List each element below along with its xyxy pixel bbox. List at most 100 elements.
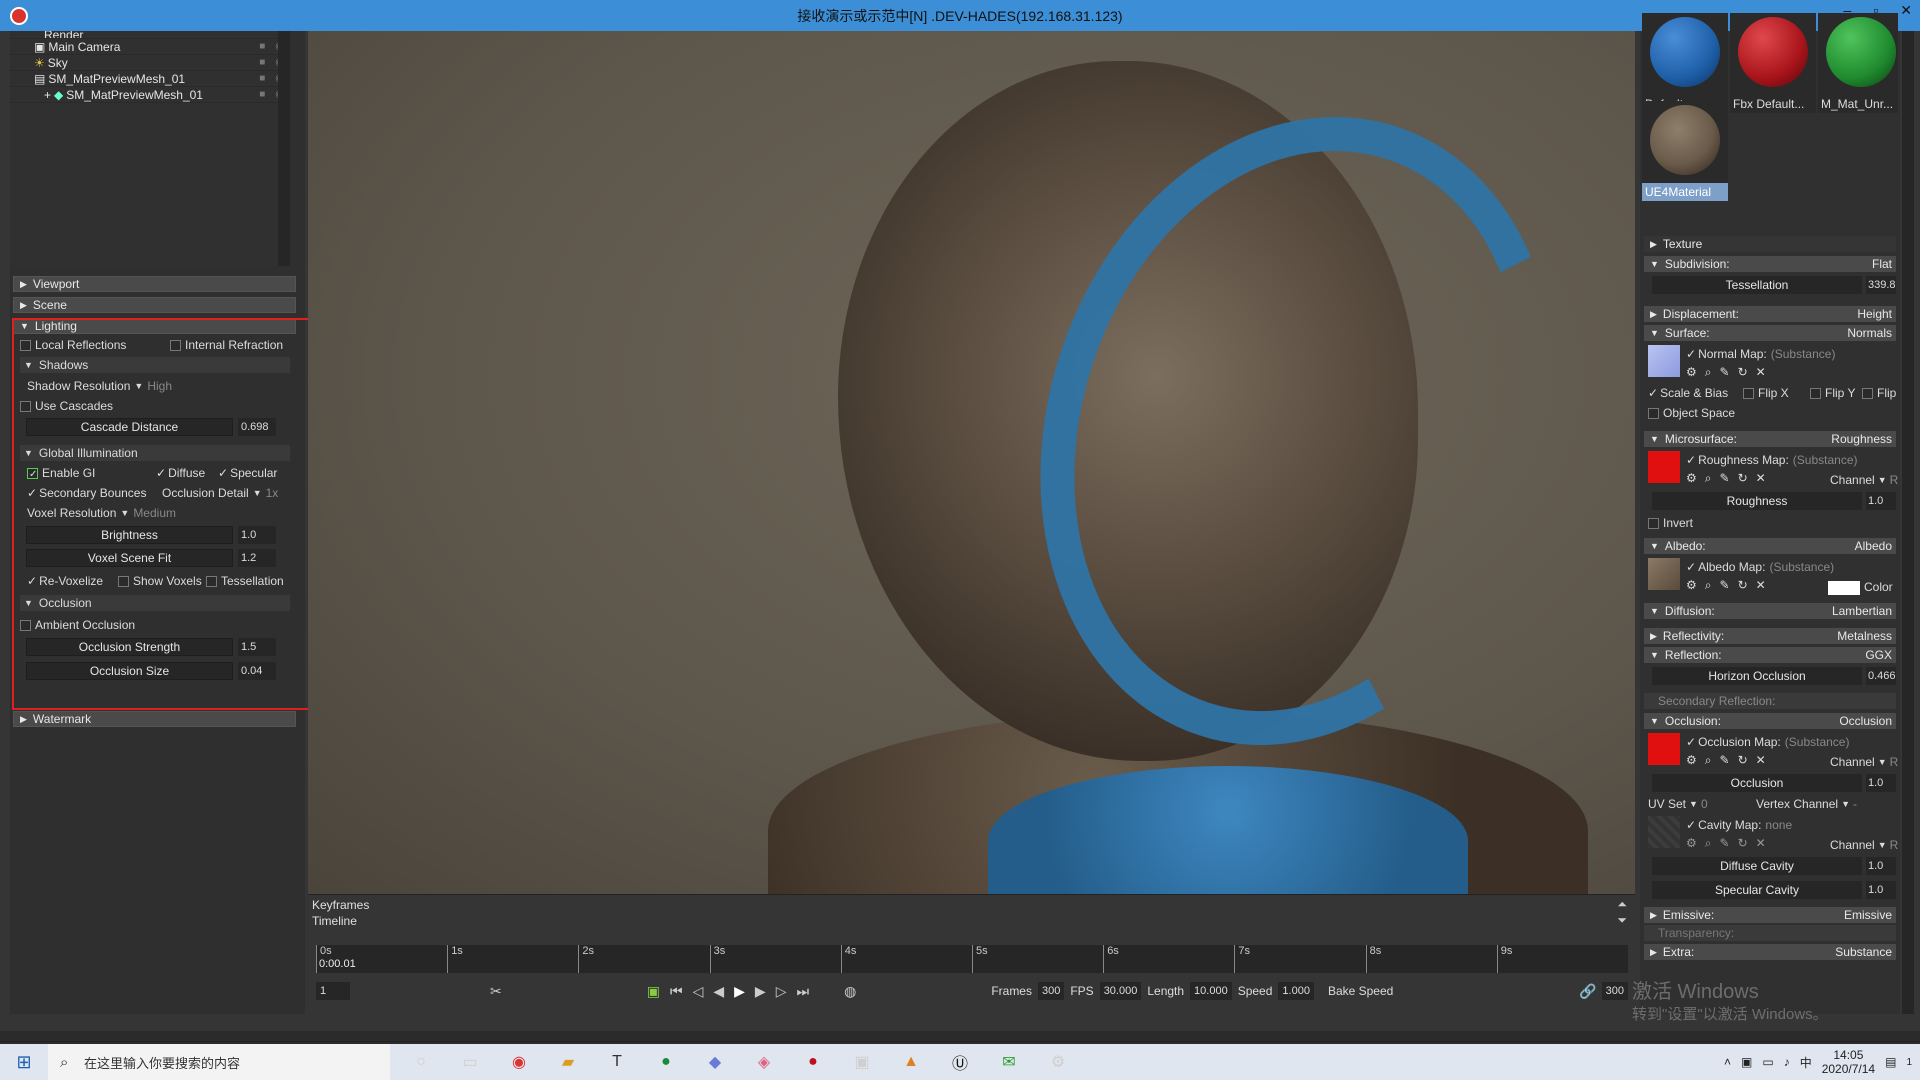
- material-swatch[interactable]: M_Mat_Unr...: [1818, 13, 1898, 113]
- brightness-value[interactable]: 1.0: [238, 526, 276, 544]
- checkmark-icon[interactable]: ✓: [1686, 560, 1696, 574]
- 3d-viewport[interactable]: [308, 31, 1635, 894]
- section-mode[interactable]: Occlusion: [1839, 714, 1892, 728]
- close-icon[interactable]: ✕: [1756, 836, 1766, 851]
- channel-dropdown[interactable]: Channel ▼ R: [1830, 753, 1898, 771]
- scissors-icon[interactable]: ✂: [490, 983, 502, 1000]
- tree-item-sky[interactable]: ☀ Sky ■◉: [10, 55, 290, 71]
- material-swatch[interactable]: Fbx Default...: [1730, 13, 1816, 113]
- albedo-map-thumbnail[interactable]: [1648, 558, 1680, 590]
- link-icon[interactable]: 🔗: [1579, 983, 1596, 1000]
- occlusion-size-slider[interactable]: Occlusion Size: [26, 662, 233, 680]
- checkbox[interactable]: [118, 575, 129, 587]
- cortana-icon[interactable]: ○: [403, 1044, 439, 1080]
- re-voxelize-toggle[interactable]: ✓ Re-Voxelize: [27, 572, 103, 590]
- end-frame-field[interactable]: 300: [1601, 982, 1628, 1000]
- length-field[interactable]: 10.000: [1190, 982, 1232, 1000]
- record-icon[interactable]: ◍: [844, 983, 856, 1000]
- section-mode[interactable]: Height: [1857, 307, 1892, 321]
- pencil-icon[interactable]: ✎: [1720, 753, 1730, 768]
- section-microsurface[interactable]: ▼ Microsurface: Roughness: [1644, 431, 1896, 447]
- diffuse-cavity-slider[interactable]: Diffuse Cavity: [1652, 857, 1862, 875]
- use-cascades-toggle[interactable]: Use Cascades: [20, 397, 113, 415]
- timeline-ruler[interactable]: 0:00.01 0s 1s 2s 3s 4s 5s 6s 7s 8s 9s: [316, 945, 1628, 973]
- shadow-resolution-dropdown[interactable]: Shadow Resolution ▼ High: [27, 377, 172, 395]
- section-watermark[interactable]: ▶ Watermark: [13, 711, 296, 727]
- vertex-channel-dropdown[interactable]: Vertex Channel ▼ -: [1756, 795, 1857, 813]
- file-explorer-icon[interactable]: ▰: [550, 1044, 586, 1080]
- close-icon[interactable]: ✕: [1756, 753, 1766, 768]
- occlusion-map-thumbnail[interactable]: [1648, 733, 1680, 765]
- scale-bias-toggle[interactable]: ✓ Scale & Bias: [1648, 384, 1728, 402]
- close-icon[interactable]: ✕: [1756, 578, 1766, 593]
- gear-icon[interactable]: ⚙: [1686, 365, 1697, 380]
- voxel-scene-fit-slider[interactable]: Voxel Scene Fit: [26, 549, 233, 567]
- step-forward-icon[interactable]: ▶: [755, 983, 766, 1000]
- diffuse-toggle[interactable]: ✓ Diffuse: [156, 464, 205, 482]
- tray-app-icon[interactable]: ▣: [1741, 1055, 1752, 1069]
- search-icon[interactable]: ⌕: [1705, 578, 1712, 593]
- tree-item-mesh-child[interactable]: + ◆ SM_MatPreviewMesh_01 ■◉: [10, 87, 290, 103]
- occlusion-detail-dropdown[interactable]: Occlusion Detail ▼ 1x: [162, 484, 278, 502]
- object-space-toggle[interactable]: Object Space: [1648, 404, 1735, 422]
- section-transparency[interactable]: Transparency:: [1644, 925, 1896, 941]
- section-secondary-reflection[interactable]: Secondary Reflection:: [1644, 693, 1896, 709]
- search-icon[interactable]: ⌕: [1705, 365, 1712, 380]
- occlusion-strength-slider[interactable]: Occlusion Strength: [26, 638, 233, 656]
- pencil-icon[interactable]: ✎: [1720, 365, 1730, 380]
- brightness-slider[interactable]: Brightness: [26, 526, 233, 544]
- albedo-map-slot[interactable]: ✓ Albedo Map: (Substance): [1686, 558, 1834, 576]
- checkbox[interactable]: [27, 467, 38, 479]
- wechat-icon[interactable]: ✉: [991, 1044, 1027, 1080]
- system-clock[interactable]: 14:05 2020/7/14: [1822, 1048, 1875, 1076]
- tessellation-toggle[interactable]: Tessellation: [206, 572, 284, 590]
- loop-icon[interactable]: ▣: [647, 983, 660, 1000]
- section-texture[interactable]: ▶ Texture: [1644, 236, 1896, 252]
- prev-keyframe-icon[interactable]: ◁: [693, 983, 704, 1000]
- section-mode[interactable]: GGX: [1865, 648, 1892, 662]
- gear-icon[interactable]: ⚙: [1686, 836, 1697, 851]
- shadows-subsection[interactable]: ▼ Shadows: [20, 357, 290, 373]
- checkbox[interactable]: [1648, 517, 1659, 529]
- occlusion-subsection[interactable]: ▼ Occlusion: [20, 595, 290, 611]
- remote-desktop-icon[interactable]: ▣: [844, 1044, 880, 1080]
- voxel-resolution-dropdown[interactable]: Voxel Resolution ▼ Medium: [27, 504, 176, 522]
- ambient-occlusion-toggle[interactable]: Ambient Occlusion: [20, 616, 135, 634]
- checkbox[interactable]: [1810, 387, 1821, 399]
- show-voxels-toggle[interactable]: Show Voxels: [118, 572, 202, 590]
- occlusion-size-value[interactable]: 0.04: [238, 662, 276, 680]
- occlusion-strength-value[interactable]: 1.5: [238, 638, 276, 656]
- roughness-slider[interactable]: Roughness: [1652, 492, 1862, 510]
- volume-icon[interactable]: ♪: [1784, 1055, 1790, 1069]
- checkbox[interactable]: [20, 619, 31, 631]
- occlusion-value[interactable]: 1.0: [1866, 774, 1896, 792]
- pencil-icon[interactable]: ✎: [1720, 471, 1730, 486]
- checkbox[interactable]: [170, 339, 181, 351]
- lock-icon[interactable]: ■: [259, 73, 265, 84]
- refresh-icon[interactable]: ↻: [1738, 753, 1748, 768]
- local-reflections-toggle[interactable]: Local Reflections: [20, 336, 126, 354]
- speed-field[interactable]: 1.000: [1278, 982, 1314, 1000]
- search-icon[interactable]: ⌕: [1705, 753, 1712, 768]
- app-icon[interactable]: ◈: [746, 1044, 782, 1080]
- flip-x-toggle[interactable]: Flip X: [1743, 384, 1789, 402]
- close-icon[interactable]: ✕: [1756, 471, 1766, 486]
- refresh-icon[interactable]: ↻: [1738, 365, 1748, 380]
- chrome-icon[interactable]: ◉: [501, 1044, 537, 1080]
- section-mode[interactable]: Substance: [1835, 945, 1892, 959]
- checkbox[interactable]: [1862, 387, 1873, 399]
- checkbox[interactable]: [1648, 407, 1659, 419]
- section-mode[interactable]: Metalness: [1837, 629, 1892, 643]
- unreal-engine-icon[interactable]: Ⓤ: [942, 1044, 978, 1080]
- checkbox[interactable]: [206, 575, 217, 587]
- settings-gear-icon[interactable]: ⚙: [1040, 1044, 1076, 1080]
- flip-y-toggle[interactable]: Flip Y: [1810, 384, 1855, 402]
- pencil-icon[interactable]: ✎: [1720, 836, 1730, 851]
- albedo-color-swatch[interactable]: [1828, 581, 1860, 595]
- refresh-icon[interactable]: ↻: [1738, 578, 1748, 593]
- last-frame-icon[interactable]: ⏭: [796, 983, 809, 1000]
- refresh-icon[interactable]: ↻: [1738, 836, 1748, 851]
- app-icon[interactable]: ◆: [697, 1044, 733, 1080]
- step-back-icon[interactable]: ◀: [713, 983, 724, 1000]
- internal-refraction-toggle[interactable]: Internal Refraction: [170, 336, 283, 354]
